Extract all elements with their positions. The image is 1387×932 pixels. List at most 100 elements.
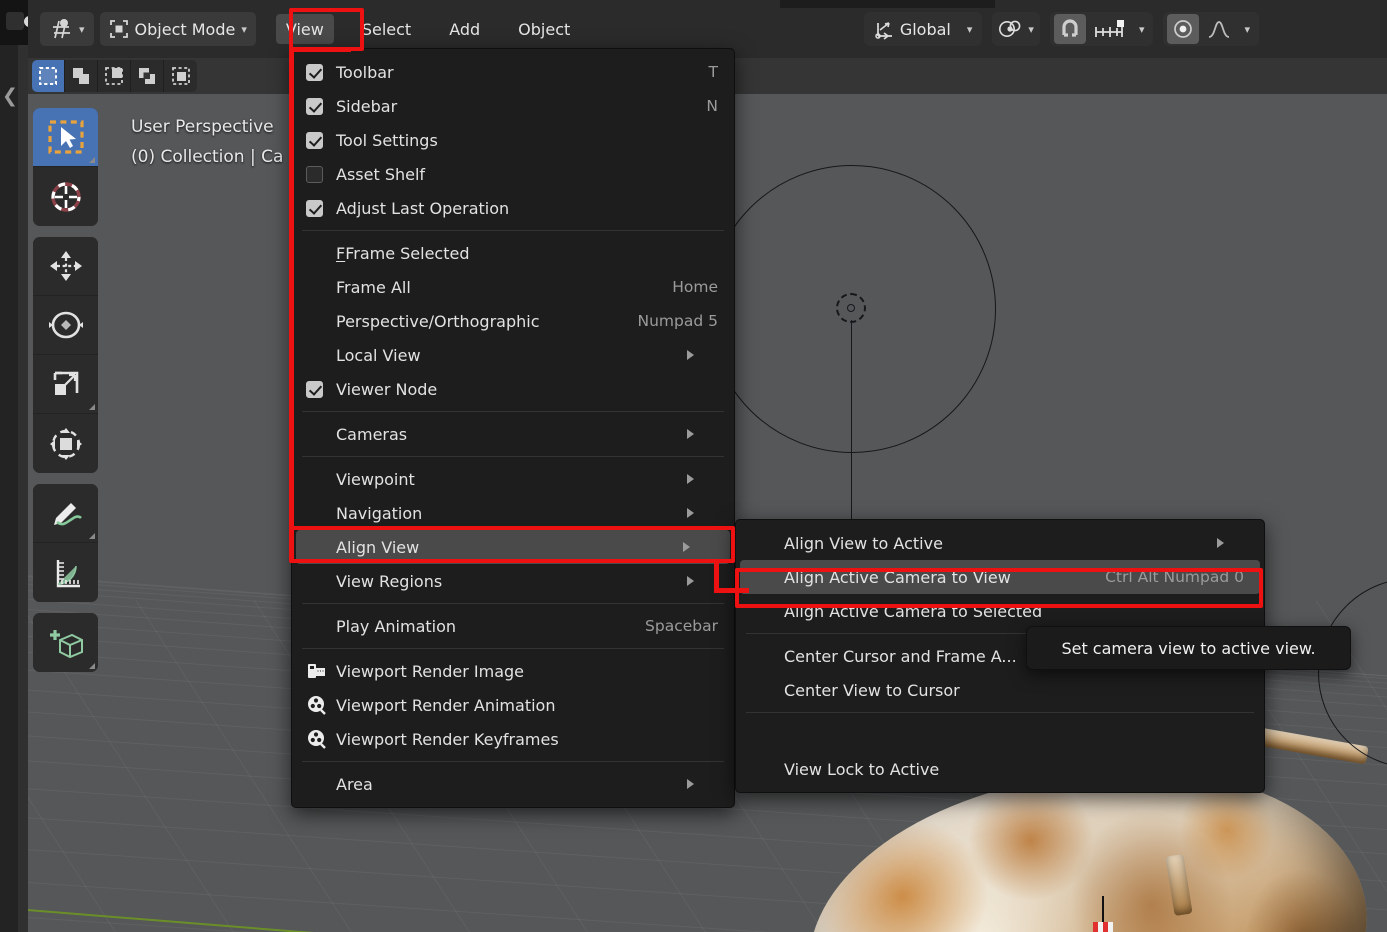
menu-item-viewport-render-animation[interactable]: Viewport Render Animation: [292, 688, 734, 722]
region-collapse-arrow-icon[interactable]: ❮: [2, 78, 18, 114]
mode-selector[interactable]: Object Mode ▾: [99, 12, 256, 46]
menu-item-frame-all[interactable]: Frame All Home: [292, 270, 734, 304]
object-mode-icon: [109, 20, 128, 38]
menu-item-label: Center View to Cursor: [784, 680, 960, 700]
menu-item-label: Area: [336, 774, 373, 794]
snap-increment-button[interactable]: [1090, 14, 1130, 44]
menu-item-shortcut: Home: [672, 278, 718, 296]
chevron-down-icon: ▾: [79, 22, 85, 36]
tool-annotate[interactable]: [33, 484, 98, 543]
menu-item-align-view[interactable]: Align View: [296, 530, 730, 564]
select-mode-subtract[interactable]: [98, 60, 131, 92]
tool-move[interactable]: [33, 237, 98, 296]
menu-root-add[interactable]: Add: [439, 14, 490, 44]
menu-item-perspective-orthographic[interactable]: Perspective/Orthographic Numpad 5: [292, 304, 734, 338]
menu-item-navigation[interactable]: Navigation: [292, 496, 734, 530]
mode-label: Object Mode: [134, 19, 236, 39]
tool-scale[interactable]: [33, 355, 98, 414]
select-mode-group: [32, 60, 197, 92]
submenu-arrow-icon: [687, 576, 718, 586]
select-mode-intersect[interactable]: [164, 60, 197, 92]
left-region-edge: [18, 0, 28, 932]
pivot-point-dropdown[interactable]: ▾: [992, 12, 1040, 46]
render-keyframes-icon: [306, 729, 336, 749]
toolbar-group-transform: [33, 237, 98, 473]
viewport-info-overlay: User Perspective (0) Collection | Ca: [131, 112, 283, 172]
chevron-down-icon[interactable]: ▾: [1239, 23, 1255, 36]
menu-separator: [302, 603, 724, 604]
snap-magnet-toggle[interactable]: [1053, 14, 1086, 44]
menu-item-label: Adjust Last Operation: [336, 198, 510, 218]
select-mode-set[interactable]: [32, 60, 65, 92]
menu-item-label: Asset Shelf: [336, 164, 426, 184]
menu-item-label: View Regions: [336, 571, 443, 591]
menu-item-align-active-camera-to-selected[interactable]: Align Active Camera to Selected: [736, 594, 1264, 628]
menu-item-asset-shelf[interactable]: Asset Shelf: [292, 157, 734, 191]
annotate-pencil-icon: [53, 503, 82, 526]
submenu-arrow-icon: [687, 350, 718, 360]
menu-item-cameras[interactable]: Cameras: [292, 417, 734, 451]
editor-type-3d-viewport-icon: [53, 19, 70, 39]
menu-item-align-view-to-active[interactable]: Align View to Active: [736, 526, 1264, 560]
toolbar-group-annotate: [33, 484, 98, 602]
checkbox-checked-icon[interactable]: [306, 199, 323, 217]
menu-item-view-lock-clear[interactable]: View Lock to Active: [736, 752, 1264, 786]
checkbox-unchecked-icon[interactable]: [306, 165, 323, 183]
menu-root-select[interactable]: Select: [352, 14, 421, 44]
menu-item-play-animation[interactable]: Play Animation Spacebar: [292, 609, 734, 643]
chevron-down-icon: ▾: [241, 22, 247, 36]
select-mode-extend[interactable]: [65, 60, 98, 92]
checkbox-checked-icon[interactable]: [306, 97, 323, 115]
menu-root-object[interactable]: Object: [508, 14, 580, 44]
menu-item-view-lock-to-active[interactable]: [736, 718, 1264, 752]
scale-icon: [53, 371, 78, 395]
proportional-editing-controls: ▾: [1163, 12, 1259, 46]
menu-item-toolbar[interactable]: Toolbar T: [292, 55, 734, 89]
menu-item-shortcut: Ctrl Alt Numpad 0: [1105, 568, 1244, 586]
chevron-down-icon[interactable]: ▾: [1134, 23, 1150, 36]
submenu-arrow-icon: [683, 542, 714, 552]
tool-measure[interactable]: [33, 543, 98, 602]
tool-submenu-corner-icon: [89, 663, 95, 669]
checkbox-checked-icon[interactable]: [306, 380, 323, 398]
menu-item-viewport-render-keyframes[interactable]: Viewport Render Keyframes: [292, 722, 734, 756]
menu-item-local-view[interactable]: Local View: [292, 338, 734, 372]
menu-item-area[interactable]: Area: [292, 767, 734, 801]
editor-type-selector[interactable]: ▾: [40, 12, 94, 46]
menu-item-center-view-to-cursor[interactable]: Center View to Cursor: [736, 673, 1264, 707]
proportional-editing-toggle[interactable]: [1167, 14, 1200, 44]
tool-tweak[interactable]: [33, 108, 98, 167]
tool-cursor[interactable]: [33, 167, 98, 226]
menu-item-align-active-camera-to-view[interactable]: Align Active Camera to View Ctrl Alt Num…: [740, 560, 1260, 594]
menu-item-label-rest: Frame Selected: [345, 243, 470, 263]
menu-item-label: Viewport Render Image: [336, 661, 525, 681]
transform-icon: [49, 427, 82, 460]
checkbox-checked-icon[interactable]: [306, 63, 323, 81]
menu-separator: [302, 648, 724, 649]
menu-separator: [302, 761, 724, 762]
proportional-falloff-button[interactable]: [1203, 14, 1235, 44]
transform-orientation-label: Global: [899, 19, 951, 39]
left-editor-edge-strip: [0, 0, 18, 932]
tool-rotate[interactable]: [33, 296, 98, 355]
menu-root-view[interactable]: View: [275, 14, 334, 44]
checkbox-checked-icon[interactable]: [306, 131, 323, 149]
view-menu-panel[interactable]: Toolbar T Sidebar N Tool Settings Asset …: [291, 48, 735, 808]
menu-item-frame-selected[interactable]: FFrame Selected: [292, 236, 734, 270]
menu-item-view-regions[interactable]: View Regions: [292, 564, 734, 598]
menu-item-tool-settings[interactable]: Tool Settings: [292, 123, 734, 157]
tool-submenu-corner-icon: [89, 533, 95, 539]
menu-item-sidebar[interactable]: Sidebar N: [292, 89, 734, 123]
menu-item-label: Toolbar: [336, 62, 394, 82]
menu-item-viewport-render-image[interactable]: Viewport Render Image: [292, 654, 734, 688]
menu-item-viewer-node[interactable]: Viewer Node: [292, 372, 734, 406]
menu-item-viewpoint[interactable]: Viewpoint: [292, 462, 734, 496]
transform-orientation-dropdown[interactable]: Global ▾: [863, 12, 983, 46]
menu-item-label: Align View: [336, 537, 420, 557]
tool-add-cube[interactable]: [33, 613, 98, 672]
menu-item-adjust-last-operation[interactable]: Adjust Last Operation: [292, 191, 734, 225]
menu-separator: [302, 456, 724, 457]
select-mode-invert[interactable]: [131, 60, 164, 92]
tool-transform[interactable]: [33, 414, 98, 473]
menu-item-label: Perspective/Orthographic: [336, 311, 540, 331]
